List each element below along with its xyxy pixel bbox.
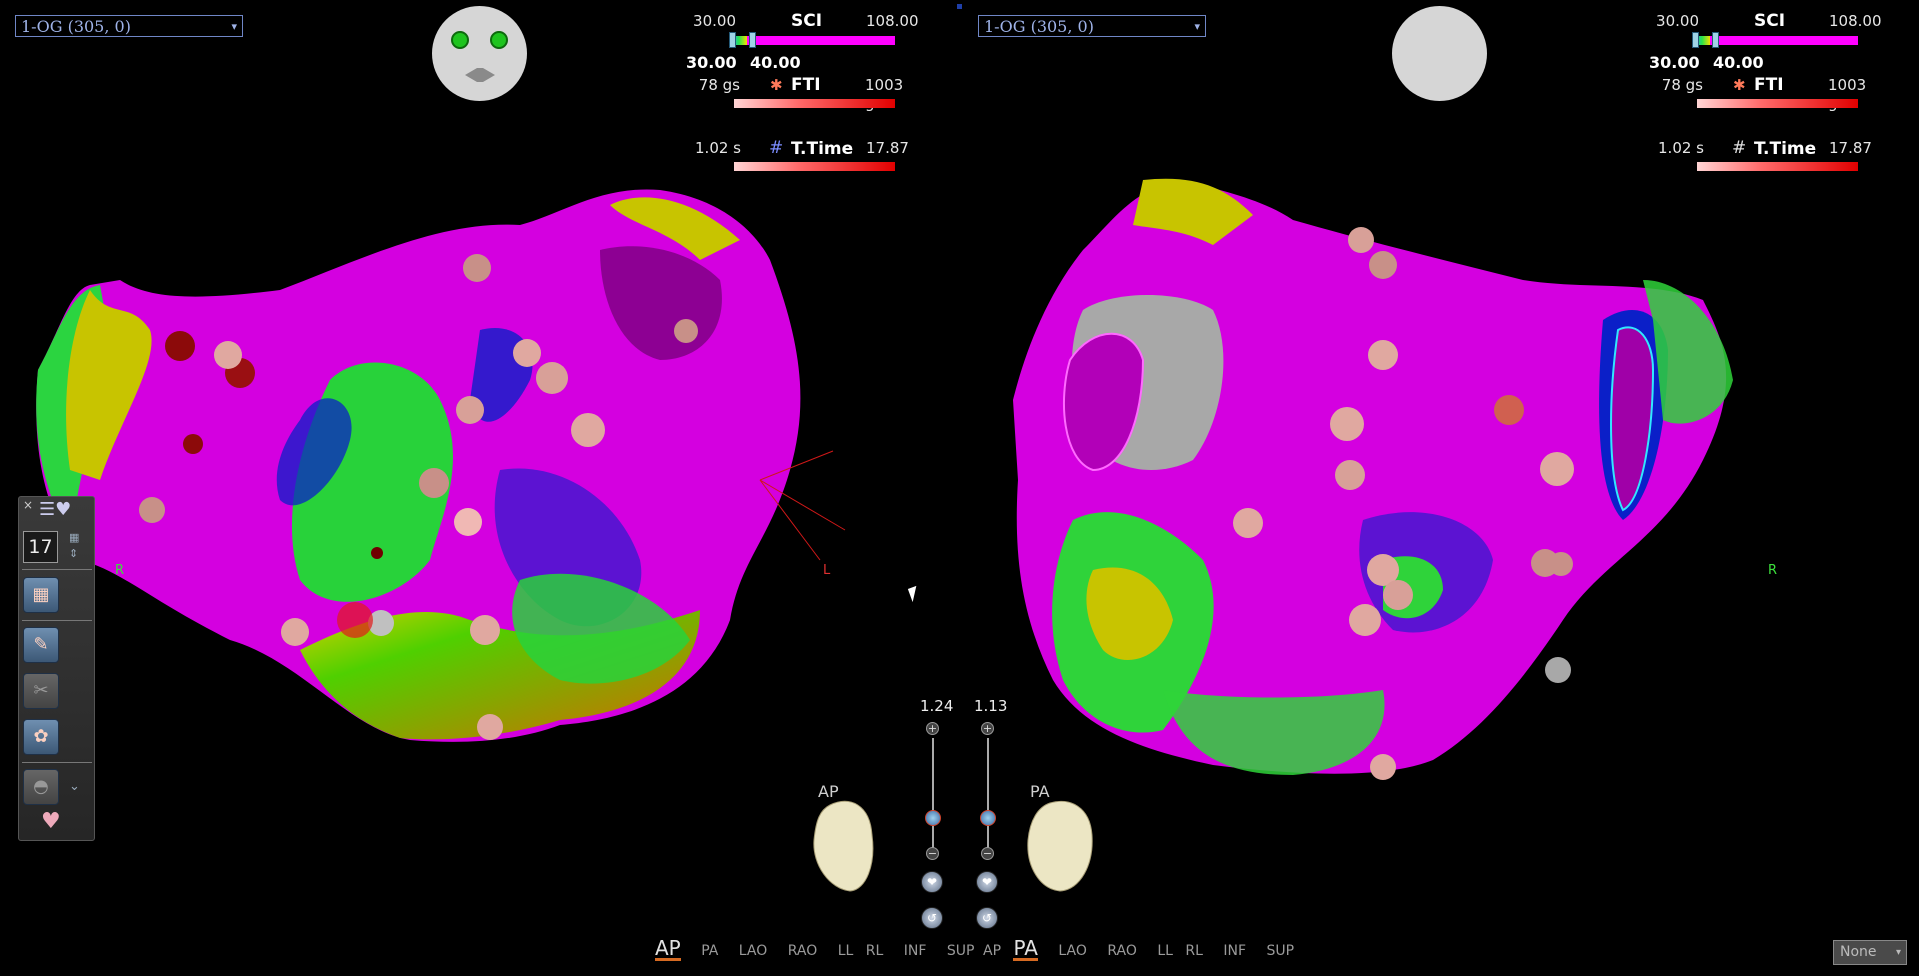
view-tab-rl[interactable]: RL [866, 943, 884, 959]
close-icon[interactable]: × [23, 498, 33, 512]
view-tab-sup[interactable]: SUP [947, 943, 975, 959]
tag-marker[interactable] [513, 339, 541, 367]
tag-marker[interactable] [456, 396, 484, 424]
tag-marker[interactable] [1348, 227, 1374, 253]
heart-map-right[interactable] [963, 0, 1918, 976]
tag-marker[interactable] [470, 615, 500, 645]
tag-marker[interactable] [1540, 452, 1574, 486]
tag-marker[interactable] [139, 497, 165, 523]
axis-label-r-right: R [1768, 563, 1778, 578]
view-tab-rao[interactable]: RAO [1107, 943, 1137, 959]
divider-marker [957, 4, 962, 9]
tag-marker[interactable] [454, 508, 482, 536]
view-tab-pa[interactable]: PA [1013, 938, 1038, 961]
view-tab-rao[interactable]: RAO [788, 943, 818, 959]
zoom-value-right: 1.13 [974, 697, 1008, 715]
grid-view-button[interactable]: ▦ [23, 577, 59, 613]
tag-marker[interactable] [281, 618, 309, 646]
ablation-cluster[interactable] [337, 602, 373, 638]
chevron-down-icon[interactable]: ⌄ [69, 779, 80, 794]
zoom-value-left: 1.24 [920, 697, 954, 715]
tag-marker[interactable] [571, 413, 605, 447]
tag-marker[interactable] [674, 319, 698, 343]
tag-marker[interactable] [1549, 552, 1573, 576]
view-tab-ll[interactable]: LL [1157, 943, 1173, 959]
grid-icon[interactable]: ▦ [69, 531, 79, 544]
anatomy-button[interactable]: ◓ [23, 769, 59, 805]
tag-marker[interactable] [1349, 604, 1381, 636]
tag-marker[interactable] [1335, 460, 1365, 490]
zoom-slider-right[interactable] [987, 738, 989, 848]
view-tab-lao[interactable]: LAO [739, 943, 767, 959]
tag-marker[interactable] [1369, 251, 1397, 279]
catheter-button[interactable]: ✎ [23, 627, 59, 663]
tag-marker[interactable] [1368, 340, 1398, 370]
heart-view-button[interactable]: ❤ [976, 871, 998, 893]
heart-icon[interactable]: ♥ [41, 809, 61, 834]
view-tab-ap[interactable]: AP [655, 938, 681, 961]
lesion-marker[interactable] [165, 331, 195, 361]
stepper-icon[interactable]: ⇕ [69, 547, 78, 560]
overlay-select[interactable]: None ▾ [1833, 940, 1907, 965]
zoom-in-icon[interactable]: + [926, 722, 939, 735]
tag-marker[interactable] [214, 341, 242, 369]
view-tabs-right: AP PA LAO RAO LL RL INF SUP [983, 938, 1310, 961]
view-tab-lao[interactable]: LAO [1058, 943, 1086, 959]
reset-icon[interactable]: ↺ [921, 907, 943, 929]
tag-marker[interactable] [1330, 407, 1364, 441]
view-tab-inf[interactable]: INF [1223, 943, 1246, 959]
tag-marker[interactable] [536, 362, 568, 394]
tag-marker[interactable] [1545, 657, 1571, 683]
axis-label-l-left: L [823, 563, 831, 578]
view-tab-ap[interactable]: AP [983, 943, 1001, 959]
axis-label-r-left: R [115, 563, 125, 578]
tag-marker[interactable] [463, 254, 491, 282]
tag-marker[interactable] [1370, 754, 1396, 780]
overlay-select-value: None [1840, 944, 1877, 960]
heart-orientation-icon-right[interactable] [1020, 795, 1100, 895]
tool-palette: × ☰♥ 17 ▦ ⇕ ▦ ✎ ✂ ✿ ◓ ⌄ ♥ [18, 496, 95, 841]
reset-icon[interactable]: ↺ [976, 907, 998, 929]
lesion-marker[interactable] [371, 547, 383, 559]
view-tab-rl[interactable]: RL [1185, 943, 1203, 959]
separator [22, 569, 92, 570]
tag-marker[interactable] [1383, 580, 1413, 610]
view-tab-ll[interactable]: LL [838, 943, 854, 959]
tag-marker[interactable] [419, 468, 449, 498]
lesion-marker[interactable] [183, 434, 203, 454]
zoom-out-icon[interactable]: − [981, 847, 994, 860]
right-map-pane[interactable]: 1-OG (305, 0) ▾ 30.00 SCI 108.00 30.00 4… [963, 0, 1918, 976]
point-count-field[interactable]: 17 [23, 531, 58, 563]
view-tab-pa[interactable]: PA [701, 943, 718, 959]
view-tabs-left: AP PA LAO RAO LL RL INF SUP [655, 938, 990, 961]
zoom-slider-left[interactable] [932, 738, 934, 848]
separator [22, 762, 92, 763]
chevron-down-icon: ▾ [1895, 947, 1901, 958]
zoom-out-icon[interactable]: − [926, 847, 939, 860]
tag-marker[interactable] [477, 714, 503, 740]
view-tab-inf[interactable]: INF [904, 943, 927, 959]
tag-marker[interactable] [1233, 508, 1263, 538]
tag-marker[interactable] [1494, 395, 1524, 425]
heart-orientation-icon-left[interactable] [810, 795, 890, 895]
heart-view-button[interactable]: ❤ [921, 871, 943, 893]
scissors-button[interactable]: ✂ [23, 673, 59, 709]
separator [22, 620, 92, 621]
pane-divider [955, 0, 963, 976]
heart-list-icon[interactable]: ☰♥ [39, 499, 71, 520]
zoom-knob-left[interactable] [925, 810, 941, 826]
tag-button[interactable]: ✿ [23, 719, 59, 755]
view-tab-sup[interactable]: SUP [1266, 943, 1294, 959]
zoom-knob-right[interactable] [980, 810, 996, 826]
zoom-in-icon[interactable]: + [981, 722, 994, 735]
